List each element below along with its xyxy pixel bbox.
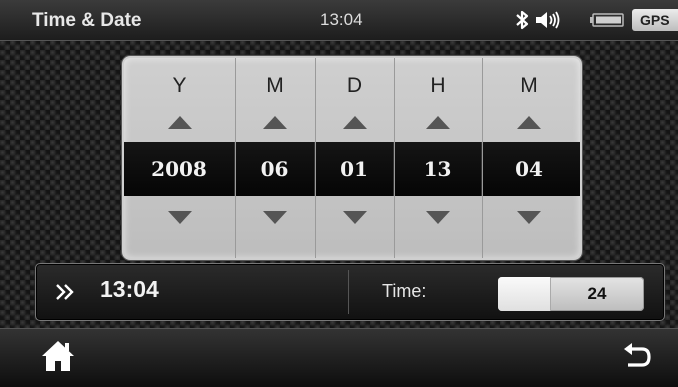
arrow-down-icon [426,210,450,224]
year-down-button[interactable] [159,205,201,229]
month-value: 06 [235,142,315,196]
minute-up-button[interactable] [508,110,550,134]
arrow-up-icon [342,115,367,129]
day-up-button[interactable] [334,110,376,134]
time-format-value: 24 [587,284,607,303]
arrow-down-icon [342,210,367,224]
hour-value: 13 [394,142,482,196]
day-down-button[interactable] [334,205,376,229]
arrow-up-icon [517,115,541,129]
page-title: Time & Date [32,10,142,31]
toggle-knob[interactable] [498,277,551,311]
arrow-down-icon [263,210,287,224]
status-bar: Time & Date 13:04 GPS [0,0,678,41]
column-header-month: M [266,74,284,97]
year-up-button[interactable] [159,110,201,134]
arrow-up-icon [426,115,450,129]
month-up-button[interactable] [254,110,296,134]
time-date-screen: Time & Date 13:04 GPS Y 2008 M 06 D 01 H… [0,0,678,387]
hour-down-button[interactable] [417,205,459,229]
picker-column-minute: M 04 [482,58,576,258]
picker-column-year: Y 2008 [124,58,236,258]
column-header-minute: M [520,74,538,97]
time-format-toggle[interactable]: 24 [498,277,644,311]
gps-badge[interactable]: GPS [632,9,678,31]
back-icon[interactable] [622,343,652,371]
home-icon[interactable] [40,339,76,373]
picker-column-day: D 01 [315,58,395,258]
arrow-up-icon [167,115,192,129]
picker-column-month: M 06 [235,58,316,258]
bottom-bar [0,328,678,387]
time-info-bar: 13:04 Time: 24 [35,263,665,321]
hour-up-button[interactable] [417,110,459,134]
minute-down-button[interactable] [508,205,550,229]
year-value: 2008 [124,142,235,196]
bluetooth-icon [516,10,529,30]
double-chevron-right-icon [56,284,74,300]
column-header-year: Y [172,74,187,97]
datetime-picker: Y 2008 M 06 D 01 H 13 M 04 [122,56,582,260]
arrow-down-icon [517,210,541,224]
month-down-button[interactable] [254,205,296,229]
minute-value: 04 [515,157,543,181]
column-header-day: D [346,74,363,97]
speaker-icon [536,11,560,29]
arrow-up-icon [263,115,287,129]
day-value: 01 [315,142,394,196]
current-time: 13:04 [100,276,159,302]
picker-column-hour: H 13 [394,58,483,258]
battery-icon [590,13,624,27]
time-format-label: Time: [382,281,427,301]
column-header-hour: H [430,74,446,97]
divider [348,270,349,314]
status-clock: 13:04 [320,10,363,29]
arrow-down-icon [167,210,192,224]
